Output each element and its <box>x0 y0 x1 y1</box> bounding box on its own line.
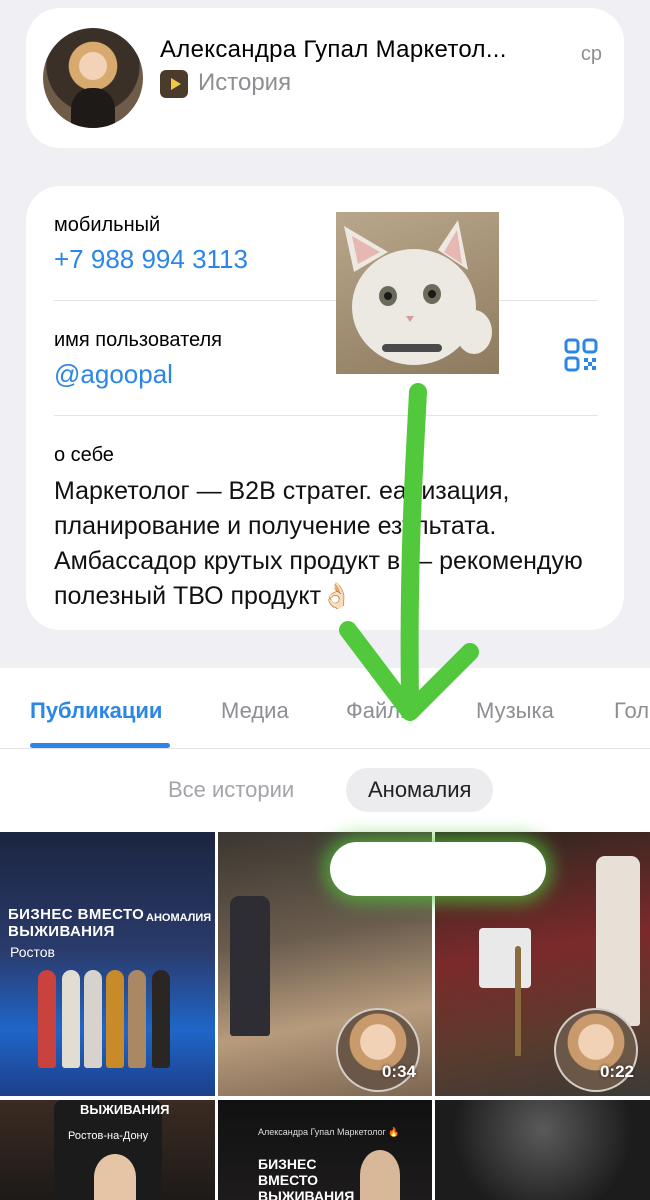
tab-voice[interactable]: Гол <box>614 698 649 724</box>
active-tab-indicator <box>30 743 170 748</box>
phone-label: мобильный <box>54 214 161 236</box>
tile-banner-text: БИЗНЕС ВМЕСТО ВЫЖИВАНИЯ <box>258 1156 355 1200</box>
story-tile[interactable]: БИЗНЕС ВМЕСТО ВЫЖИВАНИЯ Ростов АНОМАЛИЯ <box>0 832 215 1096</box>
contact-name: Александра Гупал Маркетол... <box>160 36 507 63</box>
tab-files[interactable]: Файлы <box>346 698 416 724</box>
qr-code-icon[interactable] <box>564 338 598 372</box>
about-text: Маркетолог — B2B стратег. еализация, пла… <box>54 477 583 610</box>
video-duration: 0:22 <box>599 1062 634 1081</box>
video-duration: 0:34 <box>381 1062 416 1081</box>
story-play-icon <box>160 70 188 98</box>
chip-all-stories[interactable]: Все истории <box>146 768 316 812</box>
tile-header-text: Александра Гупал Маркетолог 🔥 <box>258 1127 400 1137</box>
phone-value[interactable]: +7 988 994 3113 <box>54 244 248 275</box>
tile-brand-text: АНОМАЛИЯ <box>146 912 212 924</box>
tile-city-text: Ростов <box>10 944 55 960</box>
contact-header-card[interactable]: Александра Гупал Маркетол... ср История <box>26 8 624 148</box>
story-tile[interactable]: ВЫЖИВАНИЯ Ростов-на-Дону <box>0 1100 215 1200</box>
tile-banner-text: ВЫЖИВАНИЯ <box>80 1102 170 1117</box>
media-tabs: Публикации Медиа Файлы Музыка Гол <box>0 668 650 749</box>
divider <box>54 300 598 301</box>
chip-anomaly[interactable]: Аномалия <box>346 768 494 812</box>
story-filter-bar: Все истории Аномалия <box>0 749 650 832</box>
divider <box>54 415 598 416</box>
tab-publications[interactable]: Публикации <box>30 698 162 724</box>
tab-media[interactable]: Медиа <box>221 698 289 724</box>
story-label[interactable]: История <box>198 69 291 97</box>
story-tile[interactable] <box>435 1100 650 1200</box>
cat-sticker-image <box>336 212 499 374</box>
story-tile[interactable]: Александра Гупал Маркетолог 🔥 БИЗНЕС ВМЕ… <box>218 1100 432 1200</box>
tile-city-text: Ростов-на-Дону <box>68 1130 149 1142</box>
stories-grid: БИЗНЕС ВМЕСТО ВЫЖИВАНИЯ Ростов АНОМАЛИЯ … <box>0 832 650 1200</box>
username-value[interactable]: @agoopal <box>54 359 173 390</box>
tab-music[interactable]: Музыка <box>476 698 554 724</box>
username-label: имя пользователя <box>54 329 222 351</box>
profile-info-card: мобильный +7 988 994 3113 имя пользовате… <box>26 186 624 630</box>
redaction-blob <box>330 842 546 896</box>
avatar[interactable] <box>43 28 143 128</box>
about-label: о себе <box>54 444 114 466</box>
last-message-time: ср <box>580 43 602 65</box>
